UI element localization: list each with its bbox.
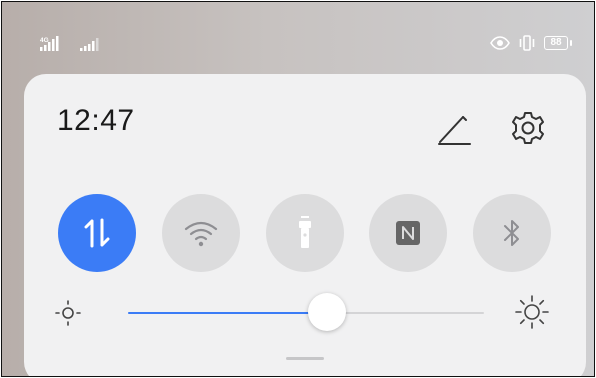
cell-signal-1-icon: 4G (40, 36, 59, 51)
toggle-flashlight[interactable] (266, 194, 344, 272)
brightness-thumb[interactable] (308, 293, 347, 331)
status-bar: 4G 88 (2, 2, 594, 62)
data-arrows-icon (84, 218, 110, 248)
screen: 4G 88 12:47 (1, 1, 595, 377)
toggle-wifi[interactable] (162, 194, 240, 272)
brightness-slider[interactable] (128, 293, 484, 331)
flashlight-icon (299, 216, 311, 248)
battery-level: 88 (550, 37, 562, 48)
nfc-icon (396, 221, 420, 245)
battery-icon: 88 (544, 36, 572, 50)
toggle-mobile-data[interactable] (58, 194, 136, 272)
quick-settings-panel: 12:47 (24, 74, 586, 376)
bluetooth-icon (504, 220, 519, 246)
brightness-fill (128, 312, 328, 314)
toggle-bluetooth[interactable] (473, 194, 551, 272)
network-type-label: 4G (40, 37, 49, 44)
gear-icon (512, 112, 544, 144)
edit-button[interactable] (436, 108, 472, 148)
clock-time: 12:47 (57, 104, 135, 137)
toggle-nfc[interactable] (369, 194, 447, 272)
eye-icon (490, 36, 510, 50)
settings-button[interactable] (508, 108, 548, 148)
vibrate-icon (519, 35, 535, 51)
wifi-icon (184, 221, 218, 247)
pencil-icon (438, 116, 471, 145)
sun-high-icon (515, 295, 549, 329)
sun-low-icon (55, 300, 81, 326)
cell-signal-2-icon (80, 38, 99, 51)
panel-expand-handle[interactable] (286, 357, 324, 360)
